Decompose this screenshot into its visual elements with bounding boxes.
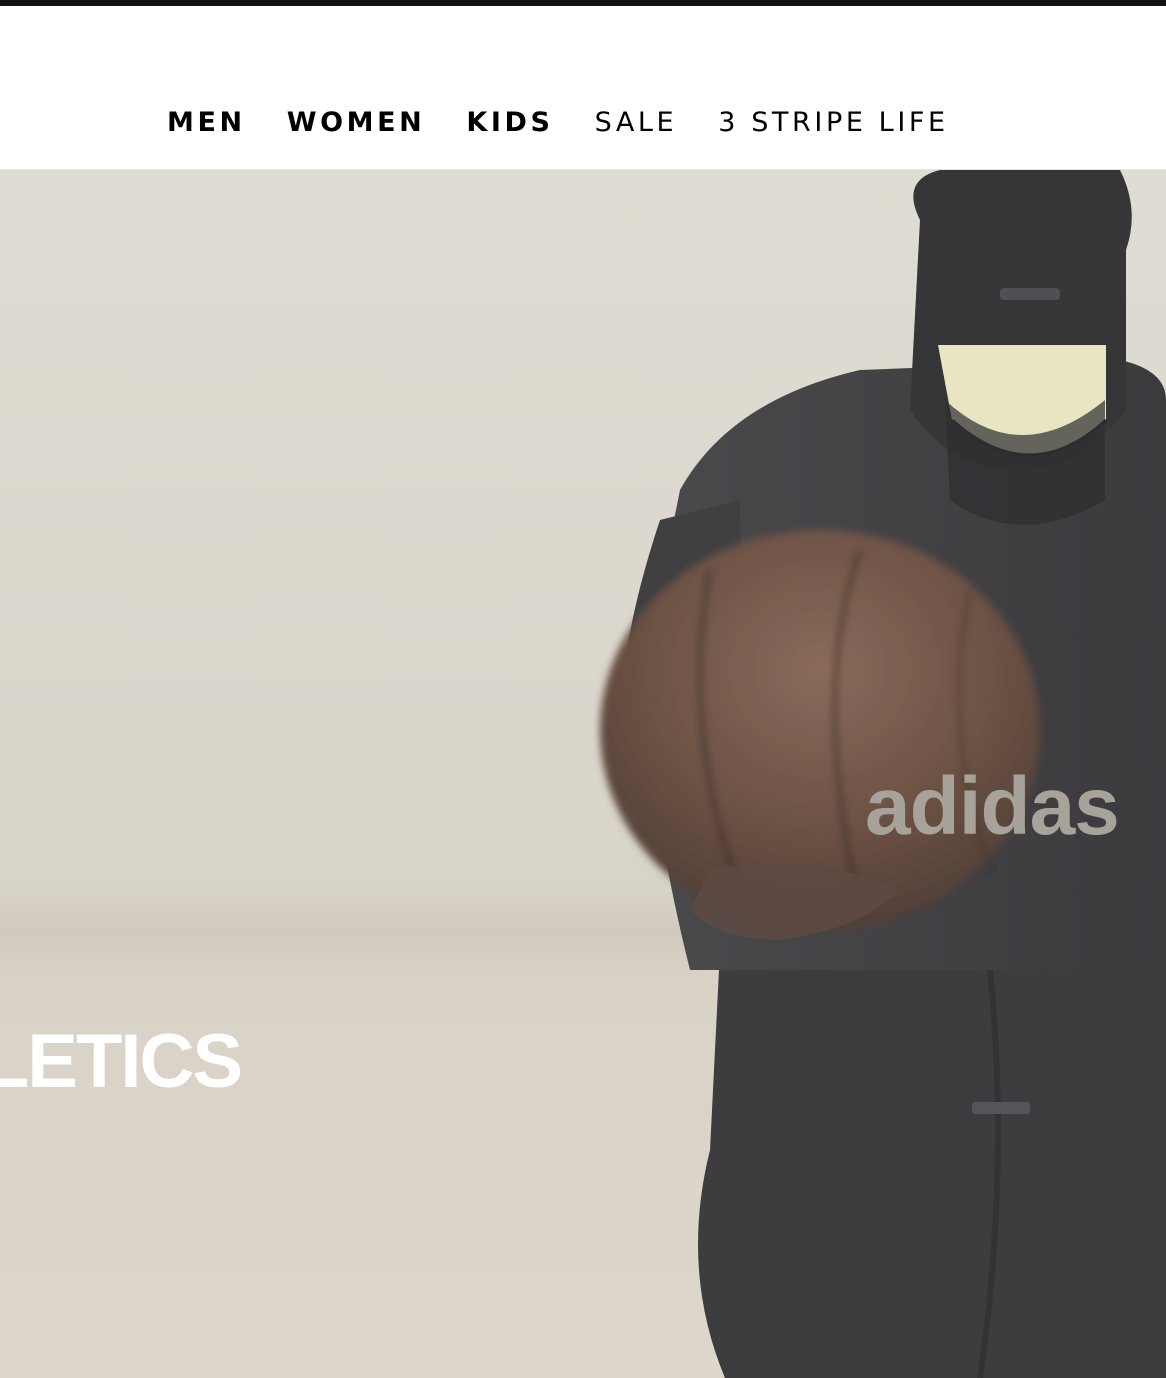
hero-headline: HLETICS: [0, 1019, 243, 1104]
nav-item-sale[interactable]: SALE: [595, 103, 678, 143]
hero-model-image: adidas: [600, 170, 1166, 1378]
main-navigation: MEN WOMEN KIDS SALE 3 STRIPE LIFE: [167, 103, 990, 143]
site-header: MEN WOMEN KIDS SALE 3 STRIPE LIFE: [0, 6, 1166, 170]
nav-item-3-stripe-life[interactable]: 3 STRIPE LIFE: [718, 103, 948, 143]
chest-logo-text: adidas: [865, 761, 1119, 852]
nav-item-men[interactable]: MEN: [167, 103, 246, 143]
hero-banner[interactable]: adidas HLETICS: [0, 170, 1166, 1378]
nav-item-kids[interactable]: KIDS: [466, 103, 553, 143]
nav-item-women[interactable]: WOMEN: [287, 103, 426, 143]
